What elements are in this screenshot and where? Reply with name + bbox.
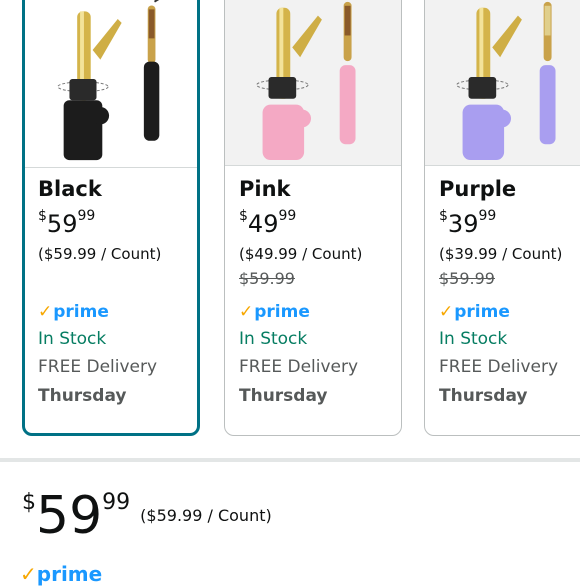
variant-card-purple[interactable]: Purple $3999 ($39.99 / Count) $59.99 ✓pr… (424, 0, 580, 436)
curling-iron-image (57, 0, 160, 161)
curling-iron-image (456, 1, 556, 161)
variant-price: $3999 (439, 208, 497, 238)
prime-badge: ✓prime (239, 302, 310, 322)
delivery-label: FREE Delivery (38, 357, 158, 377)
stock-status: In Stock (239, 329, 308, 349)
main-price: $5999($59.99 / Count) (22, 486, 272, 546)
variant-card-black[interactable]: Black $5999 ($59.99 / Count) ✓prime In S… (22, 0, 200, 436)
prime-badge: ✓prime (439, 302, 510, 322)
variant-price: $4999 (239, 208, 297, 238)
prime-check-icon: ✓ (439, 302, 454, 322)
variant-unit-price: ($59.99 / Count) (38, 245, 162, 263)
product-image (25, 0, 197, 168)
variant-color-name: Purple (439, 177, 517, 201)
delivery-day: Thursday (38, 386, 127, 406)
prime-check-icon: ✓ (239, 302, 254, 322)
main-prime-badge: ✓prime (20, 562, 103, 586)
delivery-day: Thursday (439, 386, 528, 406)
section-divider (0, 458, 580, 462)
variant-unit-price: ($49.99 / Count) (239, 245, 363, 263)
stock-status: In Stock (38, 329, 107, 349)
main-unit-price: ($59.99 / Count) (140, 506, 272, 525)
product-image (225, 0, 401, 166)
variant-color-name: Pink (239, 177, 291, 201)
delivery-label: FREE Delivery (239, 357, 359, 377)
variant-list-price: $59.99 (439, 269, 495, 288)
prime-badge: ✓prime (38, 302, 109, 322)
prime-check-icon: ✓ (20, 562, 37, 586)
delivery-day: Thursday (239, 386, 328, 406)
variant-list-price: $59.99 (239, 269, 295, 288)
variant-card-pink[interactable]: Pink $4999 ($49.99 / Count) $59.99 ✓prim… (224, 0, 402, 436)
delivery-label: FREE Delivery (439, 357, 559, 377)
variant-color-name: Black (38, 177, 102, 201)
stock-status: In Stock (439, 329, 508, 349)
curling-iron-image (256, 1, 356, 161)
variant-unit-price: ($39.99 / Count) (439, 245, 563, 263)
variant-price: $5999 (38, 208, 96, 238)
prime-check-icon: ✓ (38, 302, 53, 322)
product-image (425, 0, 580, 166)
